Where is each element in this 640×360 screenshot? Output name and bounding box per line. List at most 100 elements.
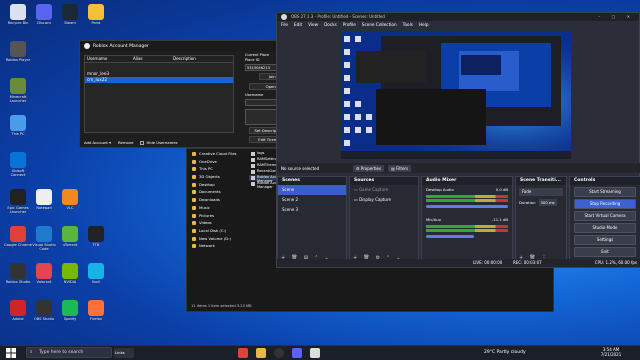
explorer-nav-item[interactable]: Network [189,243,247,251]
obs-window[interactable]: OBS 27.1.3 - Profile: Untitled - Scenes:… [276,12,640,268]
discord-taskbar-icon[interactable] [292,348,302,358]
desktop-icon-paint[interactable]: Paint [82,4,110,38]
desktop-icon-minecraft-launcher[interactable]: Minecraft Launcher [4,78,32,112]
desktop-icon-spotify[interactable]: Spotify [56,300,84,334]
desktop-icon-ftb[interactable]: FTB [82,226,110,260]
taskbar-search-box[interactable]: ⌕ Type here to search [26,347,112,358]
transition-type-select[interactable]: Fade [519,188,563,196]
controls-dock[interactable]: Controls Start Streaming Stop Recording … [569,176,640,264]
desktop-icon-nvidia[interactable]: NVIDIA [56,263,84,297]
explorer-nav-item[interactable]: Videos [189,220,247,228]
scene-item[interactable]: Scene 3 [278,205,346,215]
desktop-icon-this-pc[interactable]: This PC [4,115,32,149]
column-alias[interactable]: Alias [131,56,171,62]
obs-menu-item[interactable]: File [281,21,288,29]
scene-transitions-dock[interactable]: Scene Transiti... Fade Duration 300 ms +… [515,176,567,264]
obs-menu-item[interactable]: Tools [403,21,413,29]
obs-preview-canvas[interactable] [341,31,571,159]
account-row-selected[interactable]: cm_lux22 [85,77,233,83]
obs-logo-icon [281,14,287,20]
source-item-game-capture[interactable]: ▭ Game Capture [350,185,418,195]
explorer-nav-pane: Creative Cloud Files OneDrive This PC 3D Ob… [189,151,247,251]
desktop-icon-roblox-player[interactable]: Roblox Player [4,41,32,75]
desktop-icon-notepad[interactable]: Notepad [30,189,58,223]
desktop-icon-utorrent[interactable]: uTorrent [56,226,84,260]
obs-menu-item[interactable]: View [308,21,318,29]
properties-button[interactable]: ⚙ Properties [353,164,385,172]
obs-taskbar-icon[interactable] [274,348,284,358]
hide-usernames-checkbox[interactable]: Hide Usernames [140,140,178,145]
spotify-icon [62,300,78,316]
explorer-nav-item[interactable]: Documents [189,189,247,197]
clock[interactable]: 3:54 AM 7/21/2021 [596,347,626,357]
desktop-icon-epic-games-launcher[interactable]: Epic Games Launcher [4,189,32,223]
explorer-nav-item[interactable]: Desktop [189,182,247,190]
obs-menu-item[interactable]: Profile [343,21,356,29]
desktop-icon-kodi[interactable]: Kodi [82,263,110,297]
desktop-icon-visual-studio-code[interactable]: Visual Studio Code [30,226,58,260]
desktop-icon-discord[interactable]: Discord [30,4,58,38]
obs-menu-item[interactable]: Docks [324,21,337,29]
desktop-icon-roblox-studio[interactable]: Roblox Studio [4,263,32,297]
desktop-icon-ubisoft-connect[interactable]: Ubisoft Connect [4,152,32,186]
controls-header: Controls [570,177,640,185]
remove-button[interactable]: Remove [118,140,133,145]
explorer-nav-item[interactable]: Creative Cloud Files [189,151,247,159]
start-virtual-camera-button[interactable]: Start Virtual Camera [574,211,636,221]
obs-status-bar: LIVE: 00:00:00 REC: 00:03:07 CPU: 1.2%, … [277,259,640,267]
sources-header: Sources [350,177,418,185]
obs-menu-item[interactable]: Help [419,21,429,29]
desktop-icon-obs-studio[interactable]: OBS Studio [30,300,58,334]
volume-slider[interactable] [426,235,474,238]
source-item-display-capture[interactable]: ▭ Display Capture [350,195,418,205]
sources-dock[interactable]: Sources ▭ Game Capture ▭ Display Capture… [349,176,419,264]
taskbar-app-links[interactable]: Links [114,348,134,358]
explorer-nav-item[interactable]: Music [189,205,247,213]
stop-recording-button[interactable]: Stop Recording [574,199,636,209]
account-list[interactable]: Username Alias Description mnor_lee3 cm_… [84,55,234,133]
chrome-taskbar-icon[interactable] [238,348,248,358]
column-username[interactable]: Username [85,56,131,62]
desktop-icon-recycle-bin[interactable]: Recycle Bin [4,4,32,38]
desktop-icon-firefox[interactable]: Firefox [82,300,110,334]
exit-button[interactable]: Exit [574,247,636,257]
explorer-nav-item[interactable]: Local Disk (C:) [189,228,247,236]
explorer-nav-item[interactable]: 3D Objects [189,174,247,182]
studio-mode-button[interactable]: Studio Mode [574,223,636,233]
explorer-nav-item[interactable]: New Volume (D:) [189,236,247,244]
explorer-nav-item[interactable]: OneDrive [189,159,247,167]
start-button[interactable] [6,348,16,358]
obs-menu-item[interactable]: Scene Collection [362,21,397,29]
column-description[interactable]: Description [171,56,196,62]
volume-slider[interactable] [426,205,508,208]
obs-menu-item[interactable]: Edit [294,21,302,29]
audio-mixer-dock[interactable]: Audio Mixer Desktop Audio 0.0 dB Mic/Aux… [421,176,513,264]
channel-name: Mic/Aux [426,217,441,222]
obs-titlebar[interactable]: OBS 27.1.3 - Profile: Untitled - Scenes:… [277,13,639,21]
scene-item[interactable]: Scene [278,185,346,195]
desktop-icon-label: OBS Studio [33,317,55,321]
duration-input[interactable]: 300 ms [538,199,557,206]
start-streaming-button[interactable]: Start Streaming [574,187,636,197]
scenes-dock[interactable]: Scenes Scene Scene 2 Scene 3 + 🗑 ▤ ⌃ ⌄ [277,176,347,264]
desktop-icon-label: Visual Studio Code [32,243,56,251]
desktop-icon-valorant[interactable]: Valorant [30,263,58,297]
add-account-button[interactable]: Add Account ▾ [84,140,111,145]
desktop-icon-label: Google Chrome [4,243,32,247]
audio-meter [426,225,508,228]
desktop-icon-adobe[interactable]: Adobe [4,300,32,334]
epic-games-launcher-icon [10,189,26,205]
desktop-icon-vlc[interactable]: VLC [56,189,84,223]
explorer-nav-item[interactable]: Pictures [189,213,247,221]
desktop-icon-steam[interactable]: Steam [56,4,84,38]
explorer-nav-item[interactable]: This PC [189,166,247,174]
scene-item[interactable]: Scene 2 [278,195,346,205]
file-explorer-taskbar-icon[interactable] [256,348,266,358]
window-controls-icon[interactable]: – ▢ ✕ [598,13,635,21]
weather-widget[interactable]: 29°C Partly cloudy [484,348,526,358]
settings-button[interactable]: Settings [574,235,636,245]
roblox-account-manager-taskbar-icon[interactable] [310,348,320,358]
desktop-icon-google-chrome[interactable]: Google Chrome [4,226,32,260]
filters-button[interactable]: ▤ Filters [388,164,412,172]
explorer-nav-item[interactable]: Downloads [189,197,247,205]
